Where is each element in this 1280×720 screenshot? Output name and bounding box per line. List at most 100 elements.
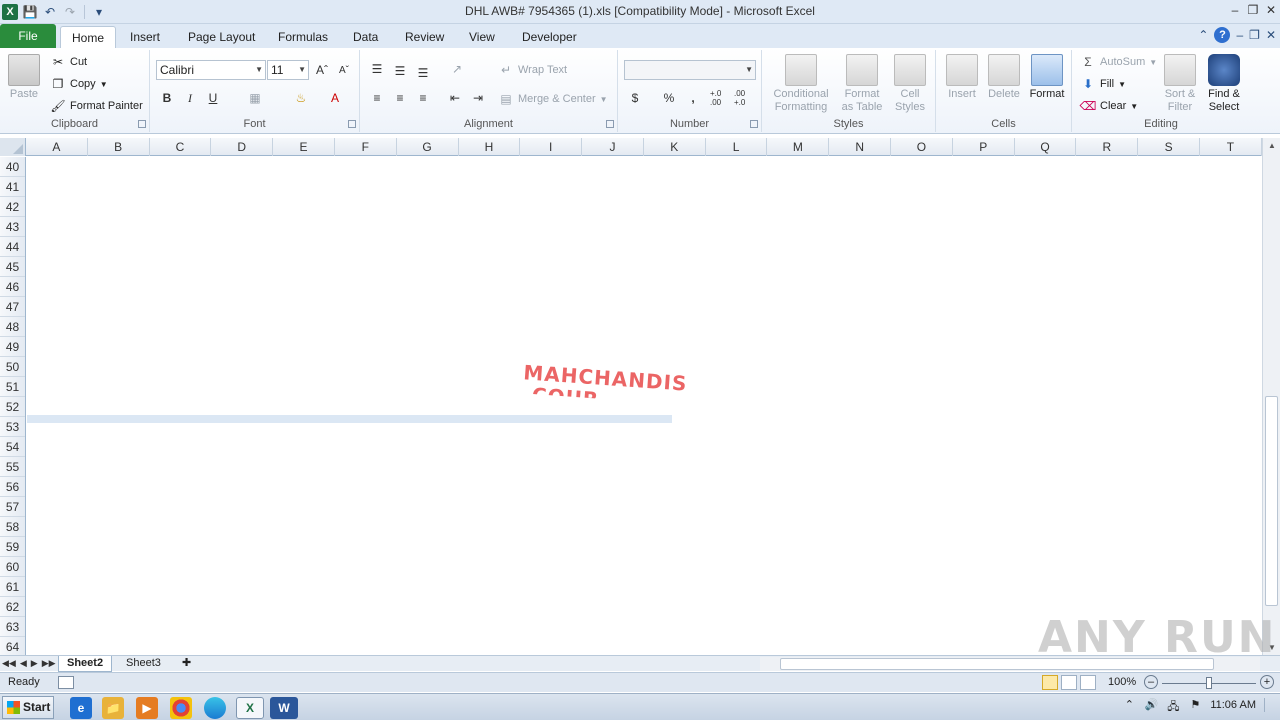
font-name-combo[interactable]: Calibri ▼ xyxy=(156,60,266,80)
ribbon-collapse-icon[interactable]: ⌃ xyxy=(1198,28,1208,42)
row-header[interactable]: 45 xyxy=(0,257,25,277)
restore-icon[interactable]: ❐ xyxy=(1244,0,1262,20)
paste-button[interactable]: Paste xyxy=(6,54,42,101)
decrease-indent-icon[interactable]: ⇤ xyxy=(446,89,464,107)
scroll-up-icon[interactable]: ▲ xyxy=(1263,138,1280,154)
media-player-icon[interactable]: ▶ xyxy=(136,697,158,719)
row-header[interactable]: 50 xyxy=(0,357,25,377)
show-desktop-button[interactable] xyxy=(1264,698,1274,712)
align-right-icon[interactable]: ≡ xyxy=(414,89,432,107)
worksheet-grid[interactable]: MAHCHANDIS COUR xyxy=(27,157,1262,655)
close-icon[interactable]: ✕ xyxy=(1262,0,1280,20)
column-header[interactable]: R xyxy=(1076,138,1139,156)
column-header[interactable]: O xyxy=(891,138,953,156)
customize-qat-icon[interactable]: ▾ xyxy=(91,4,107,20)
column-header[interactable]: E xyxy=(273,138,335,156)
fill-color-icon[interactable]: ♨ xyxy=(292,89,310,107)
tab-formulas[interactable]: Formulas xyxy=(274,26,332,48)
zoom-slider[interactable]: – + xyxy=(1142,675,1276,691)
zoom-in-icon[interactable]: + xyxy=(1260,675,1274,689)
first-sheet-icon[interactable]: ◀◀ xyxy=(2,656,16,671)
font-size-combo[interactable]: 11 ▼ xyxy=(267,60,309,80)
font-launcher-icon[interactable] xyxy=(348,120,356,128)
sheet-tab-sheet2[interactable]: Sheet2 xyxy=(58,656,113,672)
row-header[interactable]: 51 xyxy=(0,377,25,397)
column-header[interactable]: Q xyxy=(1015,138,1077,156)
insert-cells-button[interactable]: Insert xyxy=(942,54,982,101)
row-header[interactable]: 41 xyxy=(0,177,25,197)
tab-developer[interactable]: Developer xyxy=(518,26,581,48)
column-header[interactable]: K xyxy=(644,138,706,156)
row-header[interactable]: 43 xyxy=(0,217,25,237)
row-header[interactable]: 52 xyxy=(0,397,25,417)
help-icon[interactable]: ? xyxy=(1214,27,1231,43)
column-header[interactable]: I xyxy=(520,138,583,156)
row-header[interactable]: 42 xyxy=(0,197,25,217)
column-header[interactable]: F xyxy=(335,138,397,156)
row-header[interactable]: 48 xyxy=(0,317,25,337)
column-header[interactable]: B xyxy=(88,138,150,156)
row-header[interactable]: 54 xyxy=(0,437,25,457)
tray-expand-icon[interactable]: ⌃ xyxy=(1122,698,1136,712)
vertical-scrollbar[interactable]: ▲ ▼ xyxy=(1262,138,1280,656)
align-bottom-icon[interactable]: ☰ xyxy=(414,64,432,82)
doc-minimize-icon[interactable]: – xyxy=(1236,28,1243,42)
decrease-decimal-button[interactable]: .00 +.0 xyxy=(734,89,758,107)
explorer-icon[interactable]: 📁 xyxy=(102,697,124,719)
edge-icon[interactable] xyxy=(204,697,226,719)
tab-data[interactable]: Data xyxy=(349,26,382,48)
redo-icon[interactable]: ↷ xyxy=(62,4,78,20)
increase-indent-icon[interactable]: ⇥ xyxy=(469,89,487,107)
row-header[interactable]: 44 xyxy=(0,237,25,257)
column-header[interactable]: N xyxy=(829,138,892,156)
flag-icon[interactable]: ⚑ xyxy=(1188,698,1202,712)
underline-button[interactable]: U xyxy=(204,89,222,107)
merge-center-button[interactable]: ▤ Merge & Center ▼ xyxy=(498,89,607,109)
cell-styles-button[interactable]: Cell Styles xyxy=(888,54,932,114)
clipboard-launcher-icon[interactable] xyxy=(138,120,146,128)
sheet-tab-sheet3[interactable]: Sheet3 xyxy=(118,656,169,672)
row-header[interactable]: 60 xyxy=(0,557,25,577)
format-cells-button[interactable]: Format xyxy=(1026,54,1068,101)
tab-file[interactable]: File xyxy=(0,24,56,48)
increase-decimal-button[interactable]: +.0 .00 xyxy=(710,89,734,107)
row-header[interactable]: 55 xyxy=(0,457,25,477)
next-sheet-icon[interactable]: ▶ xyxy=(31,656,38,671)
bold-button[interactable]: B xyxy=(158,89,176,107)
column-header[interactable]: M xyxy=(767,138,830,156)
macro-record-icon[interactable] xyxy=(58,676,74,689)
column-header[interactable]: A xyxy=(26,138,88,156)
shrink-font-icon[interactable]: Aˇ xyxy=(335,61,353,79)
normal-view-icon[interactable] xyxy=(1042,675,1058,690)
row-header[interactable]: 63 xyxy=(0,617,25,637)
clear-button[interactable]: ⌫ Clear ▼ xyxy=(1080,96,1139,116)
autosum-button[interactable]: Σ AutoSum ▼ xyxy=(1080,52,1157,72)
percent-button[interactable]: % xyxy=(660,89,678,107)
column-header[interactable]: J xyxy=(582,138,644,156)
comma-button[interactable]: , xyxy=(684,89,702,107)
row-header[interactable]: 47 xyxy=(0,297,25,317)
format-as-table-button[interactable]: Format as Table xyxy=(836,54,888,114)
row-header[interactable]: 57 xyxy=(0,497,25,517)
column-header[interactable]: P xyxy=(953,138,1015,156)
column-header[interactable]: D xyxy=(211,138,274,156)
column-header[interactable]: G xyxy=(397,138,459,156)
tab-page-layout[interactable]: Page Layout xyxy=(184,26,259,48)
excel-app-icon[interactable]: X xyxy=(2,4,18,20)
doc-close-icon[interactable]: ✕ xyxy=(1266,28,1276,42)
tab-view[interactable]: View xyxy=(465,26,499,48)
number-launcher-icon[interactable] xyxy=(750,120,758,128)
copy-button[interactable]: ❐ Copy ▼ xyxy=(50,74,108,94)
fill-button[interactable]: ⬇ Fill ▼ xyxy=(1080,74,1126,94)
row-header[interactable]: 64 xyxy=(0,637,25,657)
row-header[interactable]: 56 xyxy=(0,477,25,497)
italic-button[interactable]: I xyxy=(181,89,199,107)
cut-button[interactable]: ✂ Cut xyxy=(50,52,87,72)
number-format-combo[interactable]: ▼ xyxy=(624,60,756,80)
borders-icon[interactable]: ▦ xyxy=(246,89,264,107)
zoom-out-icon[interactable]: – xyxy=(1144,675,1158,689)
prev-sheet-icon[interactable]: ◀ xyxy=(20,656,27,671)
row-header[interactable]: 49 xyxy=(0,337,25,357)
grow-font-icon[interactable]: Aˆ xyxy=(313,61,331,79)
conditional-formatting-button[interactable]: Conditional Formatting xyxy=(766,54,836,114)
